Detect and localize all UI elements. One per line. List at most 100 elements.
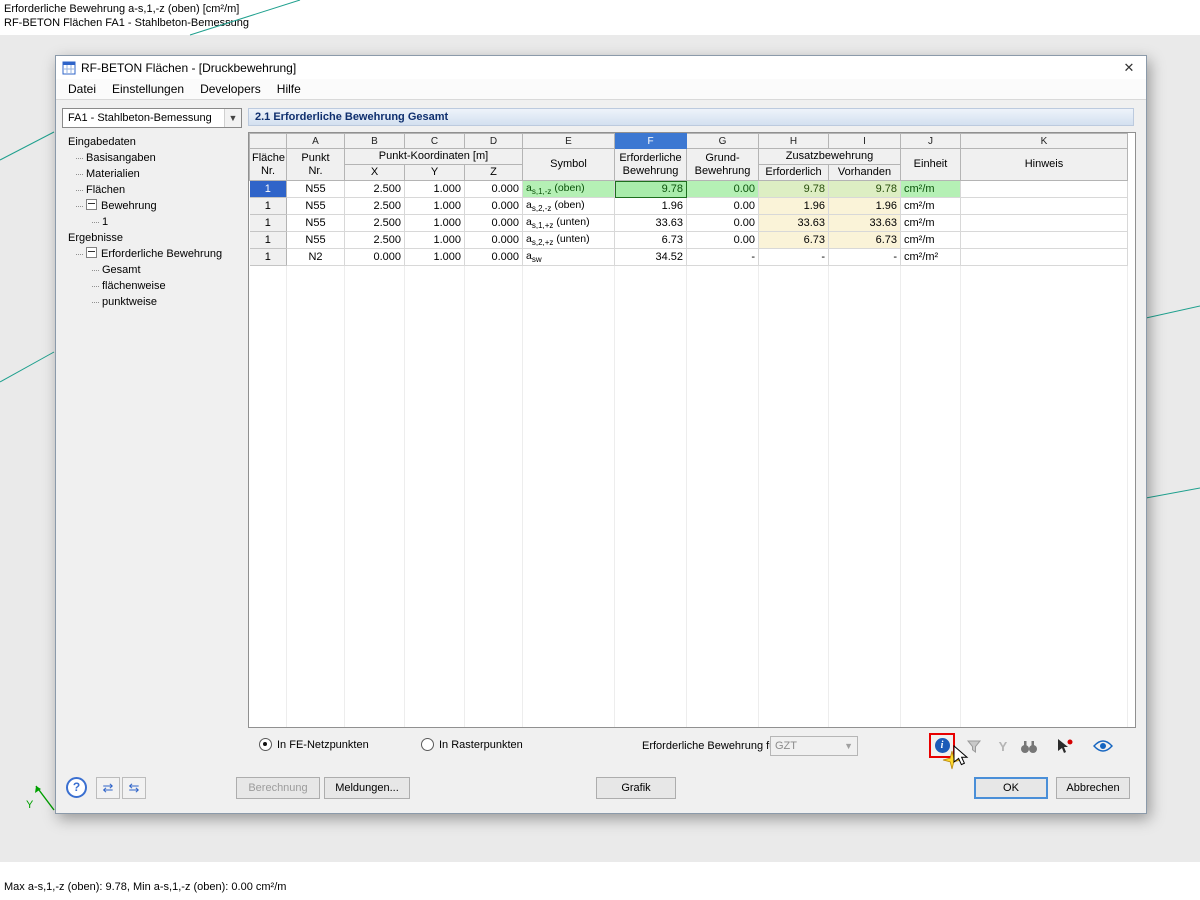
cell-hinweis[interactable] (961, 198, 1128, 215)
cell-grund-bewehrung[interactable]: 0.00 (687, 215, 759, 232)
header-punkt[interactable]: PunktNr. (287, 149, 345, 181)
column-letter-H[interactable]: H (759, 134, 829, 149)
cell-flaeche-nr[interactable]: 1 (250, 198, 287, 215)
cell-einheit[interactable]: cm²/m (901, 215, 961, 232)
cell-z[interactable]: 0.000 (465, 249, 523, 266)
radio-fe-netzpunkten[interactable]: In FE-Netzpunkten (259, 738, 369, 751)
tree-item-materialien[interactable]: Materialien (64, 166, 242, 182)
column-letter-B[interactable]: B (345, 134, 405, 149)
help-button[interactable]: ? (66, 777, 87, 798)
cell-grund-bewehrung[interactable]: - (687, 249, 759, 266)
cell-flaeche-nr[interactable]: 1 (250, 181, 287, 198)
cell-zusatz-vorhanden[interactable]: 6.73 (829, 232, 901, 249)
tree-item-erforderliche-bewehrung[interactable]: Erforderliche Bewehrung (64, 246, 242, 262)
select-in-graphic-icon[interactable] (1053, 735, 1077, 757)
cell-punkt-nr[interactable]: N2 (287, 249, 345, 266)
cell-punkt-nr[interactable]: N55 (287, 232, 345, 249)
column-letter-G[interactable]: G (687, 134, 759, 149)
cell-zusatz-erforderlich[interactable]: 6.73 (759, 232, 829, 249)
cell-flaeche-nr[interactable]: 1 (250, 215, 287, 232)
header-einheit[interactable]: Einheit (901, 149, 961, 181)
cell-punkt-nr[interactable]: N55 (287, 215, 345, 232)
column-letter-I[interactable]: I (829, 134, 901, 149)
cell-grund-bewehrung[interactable]: 0.00 (687, 198, 759, 215)
header-flaeche[interactable]: FlächeNr. (250, 149, 287, 181)
menu-item-hilfe[interactable]: Hilfe (269, 80, 309, 98)
cell-hinweis[interactable] (961, 232, 1128, 249)
menu-item-datei[interactable]: Datei (60, 80, 104, 98)
cell-y[interactable]: 1.000 (405, 249, 465, 266)
header-symbol[interactable]: Symbol (523, 149, 615, 181)
cell-symbol[interactable]: as,1,+z (unten) (523, 215, 615, 232)
cell-erforderliche-bewehrung[interactable]: 33.63 (615, 215, 687, 232)
close-icon[interactable]: ✕ (1112, 56, 1146, 79)
cell-erforderliche-bewehrung[interactable]: 6.73 (615, 232, 687, 249)
cell-y[interactable]: 1.000 (405, 181, 465, 198)
cell-grund-bewehrung[interactable]: 0.00 (687, 181, 759, 198)
cell-hinweis[interactable] (961, 215, 1128, 232)
cell-x[interactable]: 0.000 (345, 249, 405, 266)
cell-punkt-nr[interactable]: N55 (287, 181, 345, 198)
cell-zusatz-vorhanden[interactable]: 9.78 (829, 181, 901, 198)
collapse-minus-icon[interactable] (86, 199, 97, 210)
cell-einheit[interactable]: cm²/m² (901, 249, 961, 266)
cell-symbol[interactable]: as,1,-z (oben) (523, 181, 615, 198)
meldungen-button[interactable]: Meldungen... (324, 777, 410, 799)
cell-erforderliche-bewehrung[interactable]: 34.52 (615, 249, 687, 266)
cell-punkt-nr[interactable]: N55 (287, 198, 345, 215)
cell-grund-bewehrung[interactable]: 0.00 (687, 232, 759, 249)
cell-y[interactable]: 1.000 (405, 198, 465, 215)
grafik-button[interactable]: Grafik (596, 777, 676, 799)
design-case-combobox[interactable]: FA1 - Stahlbeton-Bemessung ▼ (62, 108, 242, 128)
cell-z[interactable]: 0.000 (465, 181, 523, 198)
tree-item-1[interactable]: 1 (64, 214, 242, 230)
tree-item-ergebnisse[interactable]: Ergebnisse (64, 230, 242, 246)
cell-zusatz-erforderlich[interactable]: 1.96 (759, 198, 829, 215)
tree-item-flächen[interactable]: Flächen (64, 182, 242, 198)
tree-item-punktweise[interactable]: punktweise (64, 294, 242, 310)
cell-z[interactable]: 0.000 (465, 198, 523, 215)
cell-x[interactable]: 2.500 (345, 198, 405, 215)
cell-einheit[interactable]: cm²/m (901, 198, 961, 215)
search-binoculars-icon[interactable] (1017, 735, 1041, 757)
ok-button[interactable]: OK (974, 777, 1048, 799)
export-transfer-button-2[interactable]: ⇆ (122, 777, 146, 799)
menu-item-einstellungen[interactable]: Einstellungen (104, 80, 192, 98)
cell-symbol[interactable]: asw (523, 249, 615, 266)
cell-zusatz-vorhanden[interactable]: 1.96 (829, 198, 901, 215)
cell-zusatz-vorhanden[interactable]: - (829, 249, 901, 266)
cell-zusatz-erforderlich[interactable]: 9.78 (759, 181, 829, 198)
cell-x[interactable]: 2.500 (345, 215, 405, 232)
column-letter-D[interactable]: D (465, 134, 523, 149)
header-zusatzbewehrung[interactable]: Zusatzbewehrung (759, 149, 901, 165)
cell-einheit[interactable]: cm²/m (901, 232, 961, 249)
header-zusatz-erforderlich[interactable]: Erforderlich (759, 165, 829, 181)
header-hinweis[interactable]: Hinweis (961, 149, 1128, 181)
cell-symbol[interactable]: as,2,-z (oben) (523, 198, 615, 215)
collapse-minus-icon[interactable] (86, 247, 97, 258)
berechnung-button[interactable]: Berechnung (236, 777, 320, 799)
cell-erforderliche-bewehrung[interactable]: 1.96 (615, 198, 687, 215)
cell-hinweis[interactable] (961, 249, 1128, 266)
view-eye-icon[interactable] (1091, 735, 1115, 757)
header-x[interactable]: X (345, 165, 405, 181)
column-letter-A[interactable]: A (287, 134, 345, 149)
cell-zusatz-erforderlich[interactable]: 33.63 (759, 215, 829, 232)
cell-x[interactable]: 2.500 (345, 232, 405, 249)
title-bar[interactable]: RF-BETON Flächen - [Druckbewehrung] ✕ (56, 56, 1146, 79)
cell-zusatz-vorhanden[interactable]: 33.63 (829, 215, 901, 232)
cell-y[interactable]: 1.000 (405, 232, 465, 249)
tree-item-basisangaben[interactable]: Basisangaben (64, 150, 242, 166)
cell-flaeche-nr[interactable]: 1 (250, 232, 287, 249)
cell-x[interactable]: 2.500 (345, 181, 405, 198)
cell-z[interactable]: 0.000 (465, 232, 523, 249)
cell-einheit[interactable]: cm²/m (901, 181, 961, 198)
cell-hinweis[interactable] (961, 181, 1128, 198)
header-y[interactable]: Y (405, 165, 465, 181)
cell-symbol[interactable]: as,2,+z (unten) (523, 232, 615, 249)
export-transfer-button-1[interactable]: ⇄ (96, 777, 120, 799)
column-letter-J[interactable]: J (901, 134, 961, 149)
cell-z[interactable]: 0.000 (465, 215, 523, 232)
tree-item-eingabedaten[interactable]: Eingabedaten (64, 134, 242, 150)
column-letter-K[interactable]: K (961, 134, 1128, 149)
